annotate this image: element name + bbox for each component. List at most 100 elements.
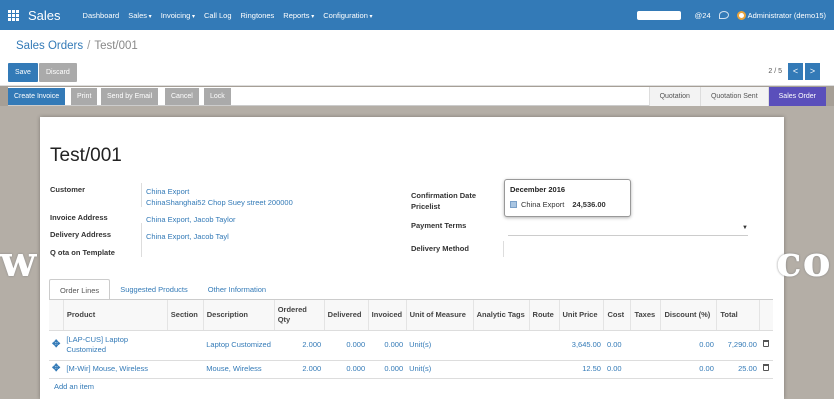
table-header-row: Product Section Description Ordered Qty … (49, 300, 773, 331)
stage-quotation[interactable]: Quotation (648, 87, 700, 106)
menu-call-log[interactable]: Call Log (204, 11, 232, 20)
column-header[interactable]: Total (716, 300, 760, 331)
menu-ringtones[interactable]: Ringtones (241, 11, 275, 20)
column-header[interactable]: Unit Price (558, 300, 604, 331)
print-button[interactable]: Print (71, 88, 98, 105)
cell-taxes[interactable] (630, 330, 661, 361)
invoice-address-field[interactable]: China Export, Jacob Taylor (146, 214, 236, 225)
menu-reports[interactable]: Reports (283, 11, 314, 20)
column-header[interactable]: Product (62, 300, 168, 331)
cell-delivered[interactable]: 0.000 (324, 330, 369, 361)
trash-icon[interactable] (762, 340, 769, 347)
control-panel: Sales Orders / Test/001 Save Discard 2 / 5… (0, 30, 834, 86)
add-item-link[interactable]: Add an item (54, 382, 94, 391)
notifications-counter[interactable]: @24 (695, 11, 711, 20)
cell-route[interactable] (529, 360, 560, 379)
popover-partner: China Export (521, 200, 565, 209)
stage-sales-order[interactable]: Sales Order (767, 87, 826, 106)
menu-dashboard[interactable]: Dashboard (83, 11, 120, 20)
pager-value[interactable]: 2 / 5 (768, 68, 782, 75)
watermark-left: w (0, 237, 38, 286)
cell-invoiced[interactable]: 0.000 (368, 360, 407, 379)
apps-menu-icon[interactable] (8, 9, 20, 21)
cell-ordered-qty[interactable]: 2.000 (274, 360, 325, 379)
cell-taxes[interactable] (630, 360, 661, 379)
stage-quotation-sent[interactable]: Quotation Sent (699, 87, 768, 106)
cell-analytic-tags[interactable] (473, 360, 530, 379)
cell-product[interactable]: [LAP-CUS] Laptop Customized (63, 330, 168, 361)
column-header[interactable]: Unit of Measure (405, 300, 474, 331)
cell-description[interactable]: Mouse, Wireless (203, 360, 275, 379)
confirmation-date-label: Confirmation Date (411, 191, 477, 200)
cell-discount[interactable]: 0.00 (660, 330, 717, 361)
column-header[interactable]: Description (202, 300, 275, 331)
form-sheet: Test/001 Customer China Export ChinaShan… (40, 117, 784, 399)
drag-handle-icon[interactable]: ✥ (52, 339, 60, 350)
tab-suggested-products[interactable]: Suggested Products (110, 279, 198, 300)
create-invoice-button[interactable]: Create Invoice (8, 88, 66, 105)
cell-uom[interactable]: Unit(s) (406, 360, 474, 379)
systray: @24 Administrator (demo15) (636, 0, 826, 30)
legend-swatch (510, 201, 517, 208)
drag-handle-icon[interactable]: ✥ (52, 363, 60, 374)
payment-terms-dropdown-icon[interactable]: ▼ (742, 225, 748, 231)
chat-icon[interactable] (718, 11, 729, 19)
trash-icon[interactable] (762, 364, 769, 371)
customer-address: ChinaShanghai52 Chop Suey street 200000 (146, 198, 293, 207)
record-title: Test/001 (50, 145, 122, 166)
cell-section[interactable] (167, 360, 204, 379)
popover-amount: 24,536.00 (572, 200, 606, 209)
order-lines-table: Product Section Description Ordered Qty … (49, 300, 773, 379)
column-header[interactable]: Discount (%) (660, 300, 717, 331)
column-header[interactable]: Cost (603, 300, 631, 331)
cell-total: 7,290.00 (716, 330, 760, 361)
cell-uom[interactable]: Unit(s) (406, 330, 474, 361)
cell-invoiced[interactable]: 0.000 (368, 330, 407, 361)
systray-search-field[interactable] (636, 10, 681, 20)
cell-cost[interactable]: 0.00 (603, 330, 631, 361)
cancel-button[interactable]: Cancel (165, 88, 199, 105)
pager-next-button[interactable]: > (805, 63, 820, 80)
table-row[interactable]: ✥ [M-Wir] Mouse, Wireless Mouse, Wireles… (49, 360, 773, 379)
column-header[interactable]: Invoiced (367, 300, 407, 331)
payment-terms-label: Payment Terms (411, 221, 467, 230)
menu-sales[interactable]: Sales (128, 11, 151, 20)
lock-button[interactable]: Lock (204, 88, 231, 105)
cell-ordered-qty[interactable]: 2.000 (274, 330, 325, 361)
column-header[interactable]: Delivered (323, 300, 369, 331)
save-button[interactable]: Save (8, 63, 38, 82)
pager-previous-button[interactable]: < (788, 63, 803, 80)
table-row[interactable]: ✥ [LAP-CUS] Laptop Customized Laptop Cus… (49, 330, 773, 361)
cell-unit-price[interactable]: 12.50 (559, 360, 604, 379)
cell-unit-price[interactable]: 3,645.00 (559, 330, 604, 361)
tab-other-information[interactable]: Other Information (198, 279, 276, 300)
column-header[interactable]: Route (528, 300, 560, 331)
user-avatar[interactable] (736, 10, 746, 20)
discard-button[interactable]: Discard (39, 63, 77, 82)
delivery-address-field[interactable]: China Export, Jacob Tayl (146, 231, 229, 242)
user-menu[interactable]: Administrator (demo15) (748, 11, 826, 20)
menu-invoicing[interactable]: Invoicing (161, 11, 195, 20)
top-navbar: Sales Dashboard Sales Invoicing Call Log… (0, 0, 834, 30)
payment-terms-underline (508, 235, 748, 236)
cell-section[interactable] (167, 330, 204, 361)
column-header[interactable]: Ordered Qty (273, 300, 325, 331)
cell-cost[interactable]: 0.00 (603, 360, 631, 379)
cell-discount[interactable]: 0.00 (660, 360, 717, 379)
status-stages: Quotation Quotation Sent Sales Order (648, 87, 826, 106)
send-by-email-button[interactable]: Send by Email (101, 88, 159, 105)
tab-order-lines[interactable]: Order Lines (49, 279, 111, 300)
menu-configuration[interactable]: Configuration (323, 11, 372, 20)
column-header[interactable]: Analytic Tags (472, 300, 530, 331)
cell-product[interactable]: [M-Wir] Mouse, Wireless (63, 360, 168, 379)
column-header[interactable]: Taxes (630, 300, 661, 331)
cell-analytic-tags[interactable] (473, 330, 530, 361)
customer-name-link[interactable]: China Export (146, 186, 189, 197)
cell-delivered[interactable]: 0.000 (324, 360, 369, 379)
pager: 2 / 5 < > (768, 63, 820, 80)
cell-route[interactable] (529, 330, 560, 361)
breadcrumb-parent[interactable]: Sales Orders (16, 40, 83, 52)
column-header[interactable]: Section (166, 300, 204, 331)
breadcrumb-separator: / (87, 40, 91, 52)
cell-description[interactable]: Laptop Customized (203, 330, 275, 361)
